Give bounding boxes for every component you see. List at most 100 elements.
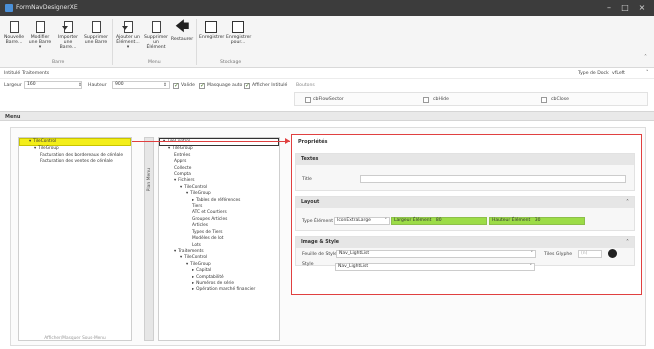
- feuille-styles-select[interactable]: Nav_LightList: [336, 250, 536, 258]
- minimize-button[interactable]: –: [604, 3, 614, 12]
- hide-checkbox[interactable]: [423, 97, 429, 103]
- expand-down-icon[interactable]: ▾: [186, 191, 188, 196]
- collapse-icon[interactable]: ˄: [626, 199, 629, 206]
- close-checkbox[interactable]: [541, 97, 547, 103]
- tree-item-label: Types de Tiers: [192, 229, 223, 235]
- masquage-label: Masquage auto: [207, 83, 243, 88]
- image-style-header[interactable]: Image & Style: [296, 237, 634, 248]
- tree-item-label: ATC et Courtiers: [192, 210, 227, 216]
- hauteur-element-label: Hauteur Élément: [492, 218, 531, 223]
- flowsector-checkbox[interactable]: [305, 97, 311, 103]
- layout-section: Layout ˄ Type Élément IconExtraLarge Lar…: [295, 196, 635, 231]
- tree-item-label: Tables de références: [196, 197, 241, 203]
- largeur-spinner-icon[interactable]: ⇕: [78, 83, 82, 88]
- boutons-group: cbFlowSector cbHide cbClose: [294, 92, 648, 106]
- expand-right-icon[interactable]: ▸: [192, 268, 194, 273]
- ribbon-group-label: Menu: [148, 60, 161, 65]
- delete-bar-button[interactable]: Supprimer une Barre: [84, 19, 108, 45]
- tree-item-label: Compta: [174, 172, 191, 178]
- delete-element-icon: [151, 21, 161, 33]
- chevron-down-icon[interactable]: ˅: [646, 70, 649, 76]
- restore-icon: 🡄: [175, 19, 190, 35]
- glyph-picker-icon[interactable]: [608, 249, 617, 258]
- new-bar-button[interactable]: Nouvelle Barre...: [2, 19, 26, 45]
- middle-tree: ▾TileControl▾TileGroupEntréesApprsCollec…: [158, 137, 280, 341]
- save-button[interactable]: Enregistrer: [199, 19, 224, 40]
- save-for-icon: [232, 21, 244, 33]
- style-select[interactable]: Nav_LightList: [335, 263, 535, 271]
- tiles-glyph-input[interactable]: (n): [578, 250, 602, 258]
- size-row: Largeur 160 ⇕ Hauteur 900 ⇕ Valide Masqu…: [0, 80, 654, 91]
- largeur-element-label: Largeur Élément: [394, 218, 432, 223]
- new-bar-icon: [9, 21, 19, 33]
- largeur-element-input[interactable]: Largeur Élément 80: [391, 217, 487, 225]
- import-bar-button[interactable]: Importer une Barre...: [56, 19, 80, 50]
- tree-item-label: Tiers: [192, 204, 203, 210]
- largeur-label: Largeur: [4, 83, 22, 88]
- close-label: cbClose: [551, 97, 569, 102]
- tree-item-label: Facturation des bordereaux de céréale: [40, 152, 123, 158]
- properties-panel: Propriétés Textes Title Layout ˄ Type Él…: [291, 134, 642, 295]
- hauteur-element-value: 30: [534, 218, 541, 223]
- tree-item[interactable]: ▸ Opération marché financier: [159, 287, 279, 293]
- collapse-ribbon-icon[interactable]: ˄: [644, 54, 647, 61]
- edit-bar-button[interactable]: Modifier une Barre ▾: [28, 19, 52, 50]
- valide-label: Valide: [181, 83, 195, 88]
- title-input[interactable]: [360, 175, 626, 183]
- expand-right-icon[interactable]: ▸: [192, 275, 194, 280]
- toggle-submenu-link[interactable]: Afficher/Masquer Sous-Menu: [18, 336, 132, 341]
- tree-item[interactable]: Facturation des ventes de céréale: [19, 159, 131, 165]
- tree-item-label: Fichiers: [178, 178, 195, 184]
- expand-down-icon[interactable]: ▾: [174, 249, 176, 254]
- expand-down-icon[interactable]: ▾: [186, 262, 188, 267]
- expand-down-icon[interactable]: ▾: [34, 146, 36, 151]
- expand-down-icon[interactable]: ▾: [180, 255, 182, 260]
- maximize-button[interactable]: □: [620, 3, 630, 12]
- import-icon: [61, 21, 73, 33]
- type-element-select[interactable]: IconExtraLarge: [334, 217, 390, 225]
- hauteur-input[interactable]: 900: [112, 81, 170, 89]
- add-element-icon: [121, 21, 133, 33]
- expand-down-icon[interactable]: ▾: [168, 146, 170, 151]
- save-for-button[interactable]: Enregistrer pour...: [226, 19, 251, 45]
- dock-type-select[interactable]: vfLeft: [612, 71, 625, 76]
- tree-item-label: TileGroup: [190, 191, 211, 197]
- collapse-icon[interactable]: ˄: [626, 239, 629, 246]
- expand-down-icon[interactable]: ▾: [180, 185, 182, 190]
- tree-item-label: Groupes Articles: [192, 216, 228, 222]
- textes-header[interactable]: Textes: [296, 154, 634, 165]
- layout-header[interactable]: Layout: [296, 197, 634, 208]
- close-button[interactable]: ×: [637, 3, 647, 12]
- tree-item-label: Opération marché financier: [196, 287, 256, 293]
- add-element-button[interactable]: Ajouter un Élément... ▾: [116, 19, 140, 50]
- valide-checkbox[interactable]: [173, 82, 179, 89]
- tree-item-label: Numéros de série: [196, 280, 235, 286]
- save-icon: [205, 21, 217, 33]
- expand-down-icon[interactable]: ▾: [29, 139, 31, 144]
- intitule-input[interactable]: Traitements: [22, 71, 49, 76]
- expand-right-icon[interactable]: ▸: [192, 198, 194, 203]
- hauteur-spinner-icon[interactable]: ⇕: [163, 83, 167, 88]
- ribbon-separator: [112, 19, 113, 65]
- tree-item-label: TileGroup: [38, 146, 59, 152]
- link-line: [132, 141, 290, 142]
- hauteur-element-input[interactable]: Hauteur Élément 30: [489, 217, 585, 225]
- image-style-section: Image & Style ˄ Feuille de Styles Nav_Li…: [295, 236, 635, 267]
- expand-right-icon[interactable]: ▸: [192, 287, 194, 292]
- delete-bar-icon: [91, 21, 101, 33]
- expand-right-icon[interactable]: ▸: [192, 281, 194, 286]
- masquage-checkbox[interactable]: [199, 82, 205, 89]
- expand-down-icon[interactable]: ▾: [174, 178, 176, 183]
- tree-item-label: TileControl: [184, 255, 208, 261]
- restore-button[interactable]: 🡄 Restaurer: [170, 19, 194, 42]
- ribbon-group-label: Stockage: [220, 60, 242, 65]
- largeur-input[interactable]: 160: [24, 81, 82, 89]
- afficher-intitule-label: Afficher Intitulé: [252, 83, 288, 88]
- plan-menu-tab[interactable]: Plan Menu: [144, 137, 154, 341]
- afficher-intitule-checkbox[interactable]: [244, 82, 250, 89]
- ribbon-separator: [196, 19, 197, 65]
- delete-element-button[interactable]: Supprimer un Élément: [144, 19, 168, 50]
- tree-item-label: TileGroup: [172, 146, 193, 152]
- textes-section: Textes Title: [295, 153, 635, 191]
- tree-item-label: TileGroup: [190, 261, 211, 267]
